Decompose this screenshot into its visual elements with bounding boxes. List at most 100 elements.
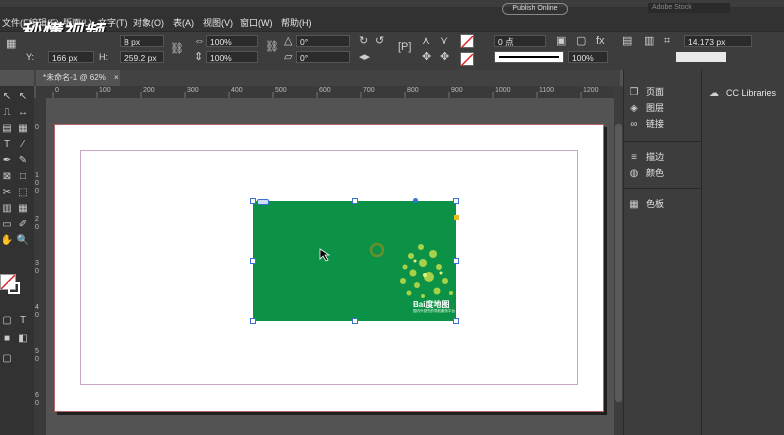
style-preview[interactable] bbox=[676, 52, 726, 62]
panel-layers[interactable]: ◈ 图层 bbox=[628, 100, 664, 116]
constrain-proportions-icon[interactable]: ⛓ bbox=[170, 43, 184, 55]
select-next-icon[interactable]: ✥ bbox=[440, 51, 449, 63]
align-icon[interactable]: ▤ bbox=[622, 35, 632, 47]
menu-window[interactable]: 窗口(W) bbox=[240, 16, 273, 29]
h-label: H: bbox=[99, 52, 108, 62]
stroke-weight-field[interactable]: 0 点 bbox=[494, 35, 546, 47]
ruler-tick-label: 6 bbox=[35, 392, 39, 399]
rotate-field[interactable]: 0° bbox=[296, 35, 350, 47]
pen-tool-icon[interactable]: ✒ bbox=[0, 154, 14, 168]
corner-options-icon[interactable]: ▢ bbox=[576, 35, 586, 47]
flip-h-icon[interactable]: ◂▸ bbox=[359, 51, 370, 63]
placed-image-card[interactable]: Bai度地图 国内外领先的导航服务平台 bbox=[253, 201, 456, 321]
corner-options-handle[interactable] bbox=[454, 215, 459, 220]
panel-group-1: ❐ 页面 ◈ 图层 ∞ 链接 bbox=[628, 84, 665, 132]
scrollbar-thumb[interactable] bbox=[615, 124, 622, 402]
close-tab-icon[interactable]: × bbox=[114, 73, 119, 82]
free-transform-tool-icon[interactable]: ⬚ bbox=[16, 186, 30, 200]
direct-selection-tool-icon[interactable]: ↖ bbox=[16, 90, 30, 104]
rotate-cw-icon[interactable]: ↻ bbox=[359, 35, 368, 47]
content-grabber-icon[interactable] bbox=[413, 198, 418, 203]
x-field[interactable]: 8 px bbox=[120, 35, 164, 47]
panel-stroke[interactable]: ≡ 描边 bbox=[628, 149, 664, 165]
h-field[interactable]: 259.2 px bbox=[120, 51, 164, 63]
scale-x-icon: ⇔ bbox=[194, 35, 205, 47]
selection-tool-icon[interactable]: ↖ bbox=[0, 90, 14, 104]
ruler-tick-label: 5 bbox=[35, 348, 39, 355]
y-field[interactable]: 166 px bbox=[48, 51, 94, 63]
dimension-field[interactable]: 14.173 px bbox=[684, 35, 752, 47]
select-prev-icon[interactable]: ✥ bbox=[422, 51, 431, 63]
document-tab[interactable]: *未命名-1 @ 62% × bbox=[36, 70, 120, 86]
effects-icon[interactable]: fx bbox=[596, 35, 605, 47]
panel-links[interactable]: ∞ 链接 bbox=[628, 116, 664, 132]
constrain-scale-icon[interactable]: ⛓ bbox=[265, 41, 279, 53]
gradient-feather-tool-icon[interactable]: ▦ bbox=[16, 202, 30, 216]
y-label: Y: bbox=[26, 52, 35, 62]
select-content-icon[interactable]: ⋎ bbox=[440, 35, 448, 47]
menu-help[interactable]: 帮助(H) bbox=[281, 16, 312, 29]
apply-gradient-icon[interactable]: ◧ bbox=[16, 332, 30, 346]
line-tool-icon[interactable]: ∕ bbox=[16, 138, 30, 152]
panel-color[interactable]: ◍ 颜色 bbox=[628, 165, 664, 181]
shear-field[interactable]: 0° bbox=[296, 51, 350, 63]
publish-online-button[interactable]: Publish Online bbox=[502, 3, 568, 15]
panel-dock: ❐ 页面 ◈ 图层 ∞ 链接 ≡ 描边 ◍ 颜色 ▦ 色板 bbox=[623, 70, 702, 435]
resize-handle-top[interactable] bbox=[352, 198, 358, 204]
panel-pages[interactable]: ❐ 页面 bbox=[628, 84, 665, 100]
scale-x-field[interactable]: 100% bbox=[206, 35, 258, 47]
panel-swatches[interactable]: ▦ 色板 bbox=[628, 196, 664, 212]
stock-search-input[interactable]: Adobe Stock bbox=[648, 3, 730, 13]
align-icon-2[interactable]: ▥ bbox=[644, 35, 654, 47]
menu-object[interactable]: 对象(O) bbox=[133, 16, 164, 29]
gradient-swatch-tool-icon[interactable]: ▥ bbox=[0, 202, 14, 216]
screen-mode-icon[interactable]: ▢ bbox=[0, 352, 14, 366]
rotate-ccw-icon[interactable]: ↺ bbox=[375, 35, 384, 47]
pencil-tool-icon[interactable]: ✎ bbox=[16, 154, 30, 168]
type-tool-icon[interactable]: T bbox=[0, 138, 14, 152]
rectangle-tool-icon[interactable]: □ bbox=[16, 170, 30, 184]
reference-point-icon[interactable]: ▦ bbox=[6, 38, 16, 50]
pages-icon: ❐ bbox=[629, 87, 639, 98]
scale-y-field[interactable]: 100% bbox=[206, 51, 258, 63]
resize-handle-right[interactable] bbox=[453, 258, 459, 264]
hand-tool-icon[interactable]: ✋ bbox=[0, 234, 14, 248]
ruler-tick-label: 0 bbox=[35, 180, 39, 187]
zoom-tool-icon[interactable]: 🔍 bbox=[16, 234, 30, 248]
rectangle-frame-tool-icon[interactable]: ⊠ bbox=[0, 170, 14, 184]
formatting-text-icon[interactable]: T bbox=[16, 314, 30, 328]
document-tab-title: *未命名-1 @ 62% bbox=[43, 73, 106, 82]
stroke-color-icon[interactable] bbox=[8, 282, 20, 294]
stroke-type-select[interactable] bbox=[494, 51, 564, 63]
rotate-icon: △ bbox=[284, 35, 293, 47]
menu-view[interactable]: 视图(V) bbox=[203, 16, 233, 29]
scissors-tool-icon[interactable]: ✂ bbox=[0, 186, 14, 200]
resize-handle-br[interactable] bbox=[453, 318, 459, 324]
resize-handle-bottom[interactable] bbox=[352, 318, 358, 324]
apply-color-icon[interactable]: ■ bbox=[0, 332, 14, 346]
resize-handle-left[interactable] bbox=[250, 258, 256, 264]
content-collector-icon[interactable]: ▤ bbox=[0, 122, 14, 136]
formatting-container-icon[interactable]: ▢ bbox=[0, 314, 14, 328]
resize-handle-tr[interactable] bbox=[453, 198, 459, 204]
type-on-path-icon[interactable]: [P] bbox=[398, 41, 411, 53]
ruler-tick-label: 800 bbox=[407, 87, 419, 94]
resize-handle-bl[interactable] bbox=[250, 318, 256, 324]
ruler-tick-label: 1100 bbox=[539, 87, 555, 94]
select-container-icon[interactable]: ⋏ bbox=[422, 35, 430, 47]
frame-fit-icon[interactable]: ▣ bbox=[556, 35, 566, 47]
link-badge-icon bbox=[257, 199, 269, 205]
menu-table[interactable]: 表(A) bbox=[173, 16, 194, 29]
stroke-swatch[interactable] bbox=[460, 52, 474, 67]
distribute-icon[interactable]: ⌗ bbox=[664, 35, 670, 47]
color-icon: ◍ bbox=[629, 168, 639, 179]
note-tool-icon[interactable]: ▭ bbox=[0, 218, 14, 232]
content-placer-icon[interactable]: ▦ bbox=[16, 122, 30, 136]
page-tool-icon[interactable]: ⎍ bbox=[0, 106, 14, 120]
opacity-field[interactable]: 100% bbox=[568, 51, 608, 63]
gap-tool-icon[interactable]: ↔ bbox=[16, 106, 30, 120]
fill-swatch[interactable] bbox=[460, 34, 474, 49]
eyedropper-tool-icon[interactable]: ✐ bbox=[16, 218, 30, 232]
panel-cc-libraries[interactable]: ☁ CC Libraries bbox=[708, 85, 776, 101]
resize-handle-tl[interactable] bbox=[250, 198, 256, 204]
